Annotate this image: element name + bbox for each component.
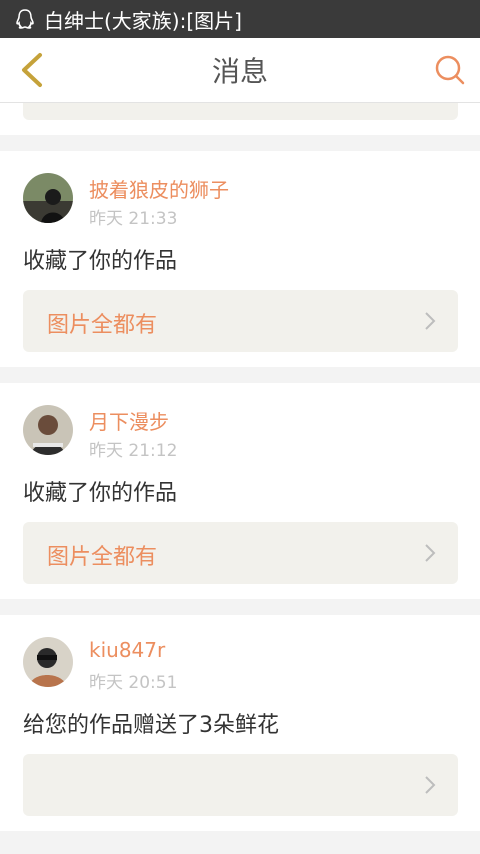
user-name[interactable]: kiu847r [89, 638, 165, 662]
work-preview[interactable]: 图片全都有 [23, 522, 458, 584]
qq-icon [14, 8, 36, 30]
work-title: 图片全都有 [47, 313, 158, 338]
chevron-right-icon [425, 544, 436, 562]
avatar[interactable] [23, 173, 73, 223]
list-item: 月下漫步 昨天 21:12 收藏了你的作品 图片全都有 [0, 383, 480, 599]
chevron-left-icon [22, 53, 42, 87]
message-list[interactable]: 披着狼皮的狮子 昨天 21:33 收藏了你的作品 图片全都有 月下漫步 昨天 2… [0, 103, 480, 831]
user-name[interactable]: 披着狼皮的狮子 [89, 174, 229, 203]
page-title: 消息 [211, 55, 268, 88]
chevron-right-icon [425, 776, 436, 794]
timestamp: 昨天 21:33 [89, 209, 178, 229]
chevron-right-icon [425, 312, 436, 330]
timestamp: 昨天 20:51 [89, 673, 178, 693]
user-name[interactable]: 月下漫步 [89, 406, 169, 435]
header-bar: 消息 [0, 38, 480, 103]
work-preview[interactable]: 图片全都有 [23, 290, 458, 352]
back-button[interactable] [12, 50, 52, 90]
message-text: 收藏了你的作品 [23, 481, 178, 506]
timestamp: 昨天 21:12 [89, 441, 178, 461]
list-item: kiu847r 昨天 20:51 给您的作品赠送了3朵鲜花 [0, 615, 480, 831]
search-icon [435, 55, 465, 85]
status-bar: 白绅士(大家族):[图片] [0, 0, 480, 38]
work-title: 图片全都有 [47, 545, 158, 570]
list-item: 披着狼皮的狮子 昨天 21:33 收藏了你的作品 图片全都有 [0, 151, 480, 367]
work-preview[interactable] [23, 754, 458, 816]
avatar[interactable] [23, 405, 73, 455]
avatar[interactable] [23, 637, 73, 687]
list-item [0, 103, 480, 135]
work-preview[interactable] [23, 103, 458, 120]
message-text: 给您的作品赠送了3朵鲜花 [23, 713, 279, 738]
search-button[interactable] [432, 52, 468, 88]
notification-text: 白绅士(大家族):[图片] [44, 8, 242, 33]
message-text: 收藏了你的作品 [23, 249, 178, 274]
